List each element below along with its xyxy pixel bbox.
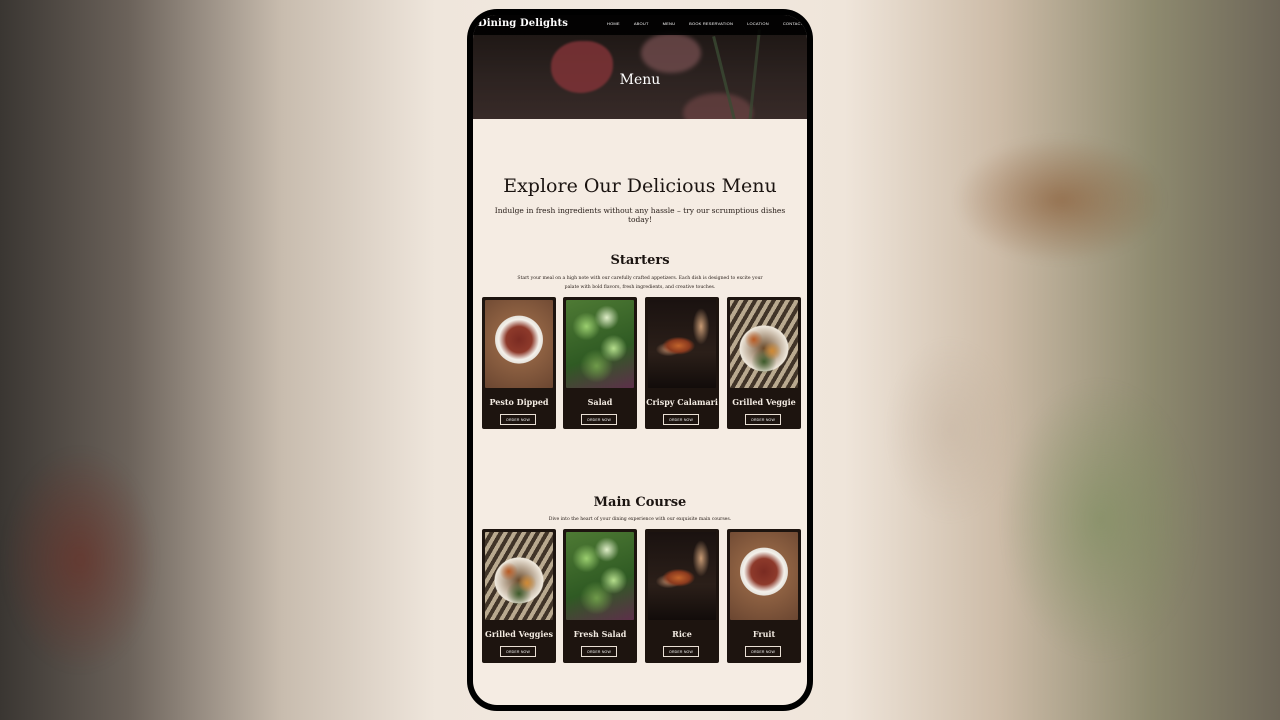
nav-link-book-reservation[interactable]: BOOK RESERVATION [689, 21, 733, 26]
order-now-button[interactable]: ORDER NOW [500, 414, 536, 425]
navbar: Dining Delights HOME ABOUT MENU BOOK RES… [473, 15, 807, 35]
brand-logo[interactable]: Dining Delights [478, 18, 568, 29]
nav-link-location[interactable]: LOCATION [747, 21, 769, 26]
hero-title: Menu [619, 72, 661, 88]
phone-frame: Dining Delights HOME ABOUT MENU BOOK RES… [467, 9, 813, 711]
dish-name: Fruit [752, 629, 776, 639]
dish-name: Rice [672, 629, 692, 639]
dish-name: Pesto Dipped [489, 397, 549, 407]
menu-card-crispy-calamari: Crispy Calamari ORDER NOW [645, 297, 719, 429]
order-now-button[interactable]: ORDER NOW [500, 646, 536, 657]
menu-card-pesto-dipped: Pesto Dipped ORDER NOW [482, 297, 556, 429]
dish-name: Fresh Salad [573, 629, 627, 639]
order-now-button[interactable]: ORDER NOW [663, 414, 699, 425]
menu-card-salad: Salad ORDER NOW [563, 297, 637, 429]
starters-description: Start your meal on a high note with our … [517, 276, 763, 290]
order-now-button[interactable]: ORDER NOW [663, 646, 699, 657]
dish-name: Grilled Veggies [484, 629, 553, 639]
menu-card-grilled-veggie: Grilled Veggie ORDER NOW [727, 297, 801, 429]
dish-image [485, 300, 553, 388]
dish-name: Crispy Calamari [646, 397, 718, 407]
dish-image [566, 300, 634, 388]
order-now-button[interactable]: ORDER NOW [581, 414, 617, 425]
phone-screen: Dining Delights HOME ABOUT MENU BOOK RES… [473, 15, 807, 705]
order-now-button[interactable]: ORDER NOW [745, 414, 781, 425]
nav-link-home[interactable]: HOME [607, 21, 620, 26]
menu-card-rice: Rice ORDER NOW [645, 529, 719, 663]
dish-image [648, 300, 716, 388]
nav-link-menu[interactable]: MENU [663, 21, 676, 26]
nav-link-about[interactable]: ABOUT [634, 21, 649, 26]
main-course-description: Dive into the heart of your dining exper… [548, 517, 732, 522]
hero-banner: Dining Delights HOME ABOUT MENU BOOK RES… [473, 15, 807, 119]
menu-card-grilled-veggies: Grilled Veggies ORDER NOW [482, 529, 556, 663]
dish-name: Grilled Veggie [732, 397, 796, 407]
order-now-button[interactable]: ORDER NOW [745, 646, 781, 657]
dish-name: Salad [587, 397, 613, 407]
menu-card-fresh-salad: Fresh Salad ORDER NOW [563, 529, 637, 663]
dish-image [730, 532, 798, 620]
dish-image [648, 532, 716, 620]
nav-link-contact[interactable]: CONTACT [783, 21, 803, 26]
main-course-title: Main Course [593, 495, 687, 510]
dish-image [566, 532, 634, 620]
intro-heading: Explore Our Delicious Menu [503, 175, 777, 197]
dish-image [730, 300, 798, 388]
order-now-button[interactable]: ORDER NOW [581, 646, 617, 657]
intro-subheading: Indulge in fresh ingredients without any… [494, 206, 786, 224]
nav-links: HOME ABOUT MENU BOOK RESERVATION LOCATIO… [607, 21, 803, 26]
starters-title: Starters [610, 253, 670, 268]
menu-card-fruit: Fruit ORDER NOW [727, 529, 801, 663]
dish-image [485, 532, 553, 620]
